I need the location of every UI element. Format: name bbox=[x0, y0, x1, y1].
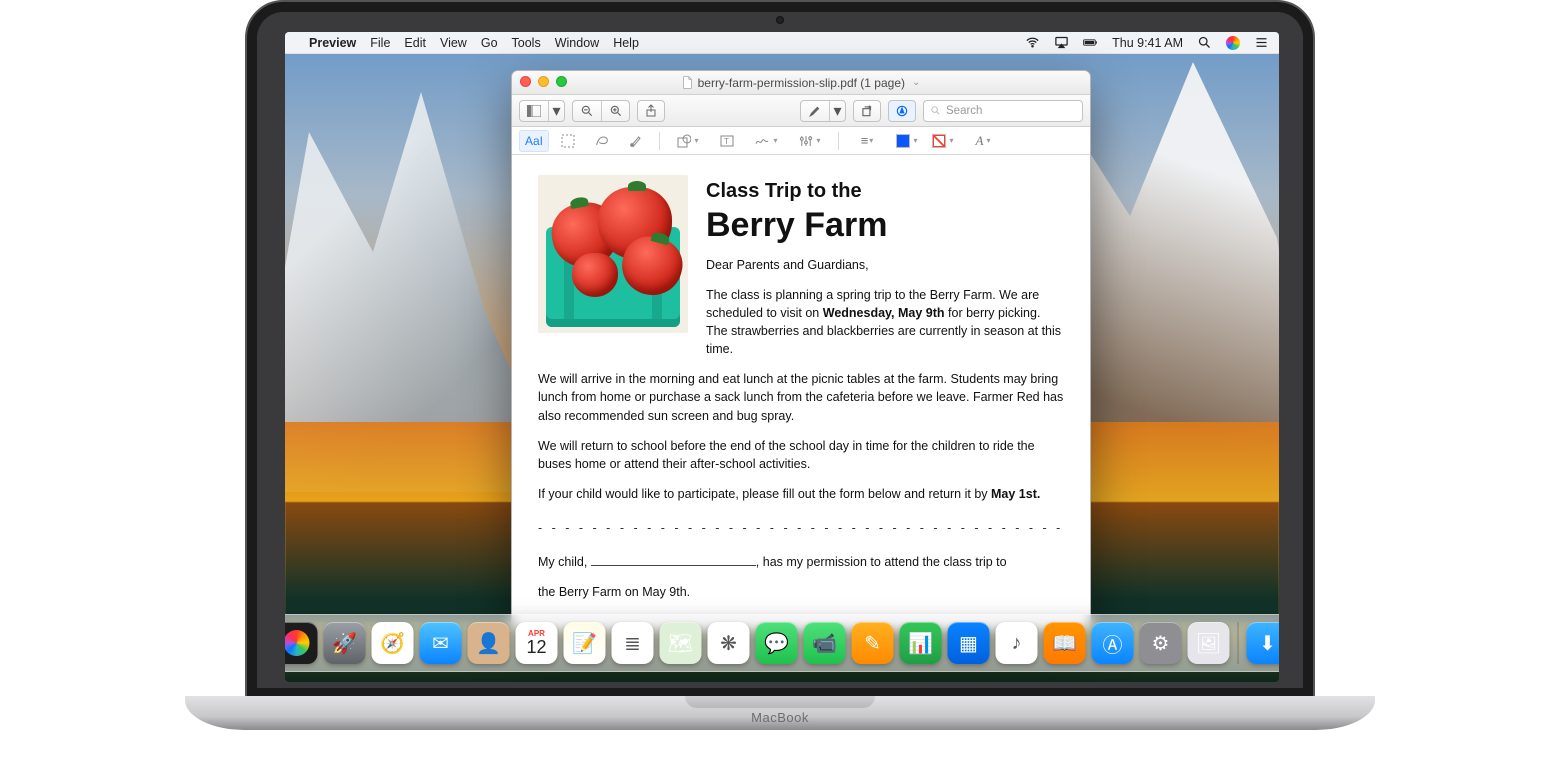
laptop-frame: Preview File Edit View Go Tools Window H… bbox=[185, 0, 1375, 780]
dock-contacts[interactable]: 👤 bbox=[468, 622, 510, 664]
dock-reminders[interactable]: ≣ bbox=[612, 622, 654, 664]
window-title-text: berry-farm-permission-slip.pdf (1 page) bbox=[698, 76, 905, 90]
highlight-button[interactable]: ▾ bbox=[800, 100, 846, 122]
tear-line: - - - - - - - - - - - - - - - - - - - - … bbox=[538, 519, 1064, 537]
permission-line-2: the Berry Farm on May 9th. bbox=[538, 583, 1064, 601]
doc-greeting: Dear Parents and Guardians, bbox=[706, 256, 1064, 274]
doc-paragraph-1: The class is planning a spring trip to t… bbox=[706, 286, 1064, 359]
fill-color-button[interactable] bbox=[927, 130, 959, 152]
text-box-button[interactable]: T bbox=[712, 130, 742, 152]
dock-separator bbox=[1238, 622, 1239, 664]
doc-paragraph-4: If your child would like to participate,… bbox=[538, 485, 1064, 503]
dock-keynote[interactable]: ▦ bbox=[948, 622, 990, 664]
lasso-button[interactable] bbox=[587, 130, 617, 152]
shapes-button[interactable] bbox=[668, 130, 708, 152]
menu-tools[interactable]: Tools bbox=[512, 36, 541, 50]
zoom-in-button[interactable] bbox=[601, 101, 629, 121]
dock-facetime[interactable]: 📹 bbox=[804, 622, 846, 664]
dock-notes[interactable]: 📝 bbox=[564, 622, 606, 664]
menu-file[interactable]: File bbox=[370, 36, 390, 50]
zoom-out-button[interactable] bbox=[573, 101, 601, 121]
svg-text:T: T bbox=[724, 137, 729, 146]
doc-pretitle: Class Trip to the bbox=[706, 177, 1064, 206]
dock-pages[interactable]: ✎ bbox=[852, 622, 894, 664]
menu-edit[interactable]: Edit bbox=[404, 36, 426, 50]
dock-safari[interactable]: 🧭 bbox=[372, 622, 414, 664]
line-width-button[interactable]: ≡ bbox=[847, 130, 887, 152]
dock-launchpad[interactable]: 🚀 bbox=[324, 622, 366, 664]
name-blank[interactable] bbox=[591, 565, 756, 566]
siri-icon[interactable] bbox=[1226, 36, 1240, 50]
dock-downloads[interactable]: ⬇ bbox=[1247, 622, 1280, 664]
zoom-buttons bbox=[572, 100, 630, 122]
instant-alpha-button[interactable] bbox=[621, 130, 651, 152]
dock-numbers[interactable]: 📊 bbox=[900, 622, 942, 664]
webcam bbox=[776, 16, 784, 24]
dock-calendar[interactable]: APR12 bbox=[516, 622, 558, 664]
menu-window[interactable]: Window bbox=[555, 36, 599, 50]
search-placeholder: Search bbox=[946, 105, 982, 117]
dock-ibooks[interactable]: 📖 bbox=[1044, 622, 1086, 664]
window-titlebar[interactable]: berry-farm-permission-slip.pdf (1 page) … bbox=[512, 71, 1090, 95]
zoom-button[interactable] bbox=[556, 76, 567, 87]
rotate-button[interactable] bbox=[853, 100, 881, 122]
spotlight-icon[interactable] bbox=[1197, 35, 1212, 50]
desktop: Preview File Edit View Go Tools Window H… bbox=[285, 32, 1279, 682]
markup-toggle-button[interactable] bbox=[888, 100, 916, 122]
dock-photos[interactable]: ❋ bbox=[708, 622, 750, 664]
window-title: berry-farm-permission-slip.pdf (1 page) … bbox=[682, 76, 921, 90]
text-style-button[interactable]: AaI bbox=[519, 130, 549, 152]
dock-siri[interactable] bbox=[285, 622, 318, 664]
preview-window: berry-farm-permission-slip.pdf (1 page) … bbox=[511, 70, 1091, 630]
strawberry-photo bbox=[538, 175, 688, 333]
laptop-base: MacBook bbox=[185, 696, 1375, 730]
dock-appstore[interactable]: Ⓐ bbox=[1092, 622, 1134, 664]
sidebar-view-button[interactable]: ▾ bbox=[519, 100, 565, 122]
sign-button[interactable] bbox=[746, 130, 786, 152]
dock-itunes[interactable]: ♪ bbox=[996, 622, 1038, 664]
wifi-icon[interactable] bbox=[1025, 35, 1040, 50]
search-field[interactable]: Search bbox=[923, 100, 1083, 122]
menu-help[interactable]: Help bbox=[613, 36, 639, 50]
adjust-color-button[interactable] bbox=[790, 130, 830, 152]
hardware-label: MacBook bbox=[185, 710, 1375, 725]
markup-toolbar: AaI T ≡ A bbox=[512, 127, 1090, 155]
dock-preferences[interactable]: ⚙ bbox=[1140, 622, 1182, 664]
dock-maps[interactable]: 🗺 bbox=[660, 622, 702, 664]
dock: ☺🚀🧭✉👤APR12📝≣🗺❋💬📹✎📊▦♪📖Ⓐ⚙🖼⬇🗑 bbox=[285, 614, 1279, 672]
document-page[interactable]: Class Trip to the Berry Farm Dear Parent… bbox=[512, 155, 1090, 629]
dock-preview[interactable]: 🖼 bbox=[1188, 622, 1230, 664]
font-style-button[interactable]: A bbox=[963, 130, 1003, 152]
notification-center-icon[interactable] bbox=[1254, 35, 1269, 50]
dock-mail[interactable]: ✉ bbox=[420, 622, 462, 664]
battery-icon[interactable] bbox=[1083, 35, 1098, 50]
main-toolbar: ▾ ▾ Search bbox=[512, 95, 1090, 127]
share-button[interactable] bbox=[637, 100, 665, 122]
doc-title: Berry Farm bbox=[706, 208, 1064, 244]
permission-line-1: My child, , has my permission to attend … bbox=[538, 553, 1064, 571]
border-color-button[interactable] bbox=[891, 130, 923, 152]
menu-view[interactable]: View bbox=[440, 36, 467, 50]
airplay-icon[interactable] bbox=[1054, 35, 1069, 50]
dock-messages[interactable]: 💬 bbox=[756, 622, 798, 664]
minimize-button[interactable] bbox=[538, 76, 549, 87]
laptop-lid: Preview File Edit View Go Tools Window H… bbox=[245, 0, 1315, 700]
menubar: Preview File Edit View Go Tools Window H… bbox=[285, 32, 1279, 54]
doc-paragraph-2: We will arrive in the morning and eat lu… bbox=[538, 370, 1064, 424]
menubar-clock[interactable]: Thu 9:41 AM bbox=[1112, 36, 1183, 50]
title-dropdown-icon[interactable]: ⌄ bbox=[912, 77, 920, 88]
app-menu[interactable]: Preview bbox=[309, 36, 356, 50]
close-button[interactable] bbox=[520, 76, 531, 87]
menu-go[interactable]: Go bbox=[481, 36, 498, 50]
rect-select-button[interactable] bbox=[553, 130, 583, 152]
doc-paragraph-3: We will return to school before the end … bbox=[538, 437, 1064, 473]
window-controls bbox=[520, 76, 567, 87]
